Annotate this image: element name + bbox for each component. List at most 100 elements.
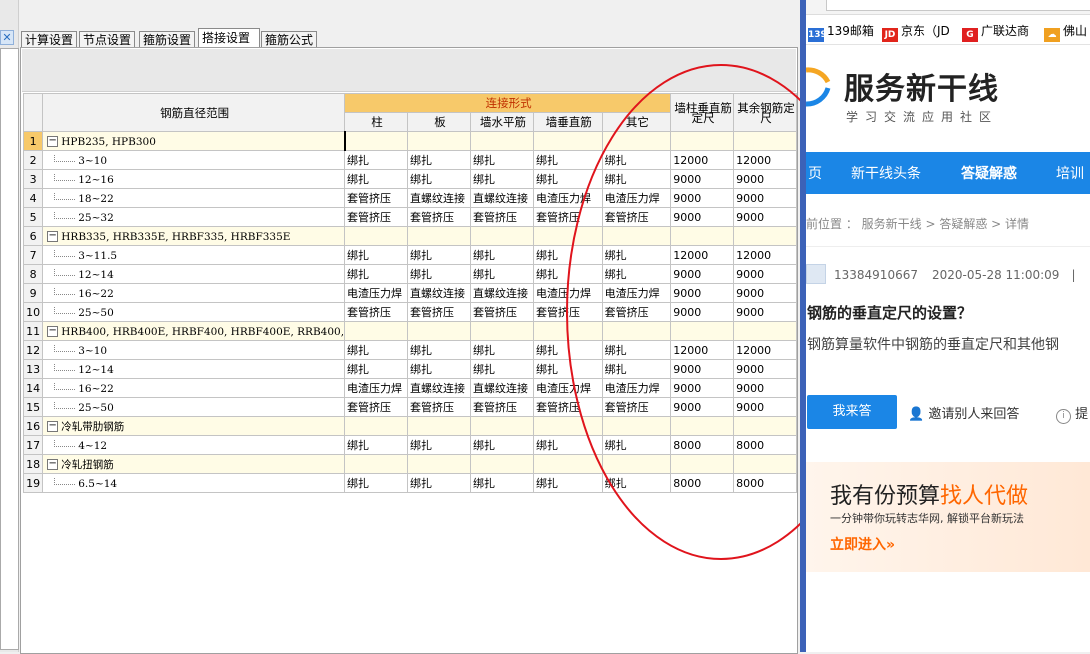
connection-type-cell[interactable] [407, 226, 471, 246]
diameter-range-cell[interactable]: 12~14 [42, 359, 346, 379]
connection-type-cell[interactable] [344, 321, 409, 341]
connection-type-cell[interactable]: 绑扎 [407, 359, 471, 379]
connection-type-cell[interactable]: 绑扎 [344, 340, 409, 360]
connection-type-cell[interactable] [469, 416, 534, 436]
connection-type-cell[interactable]: 套管挤压 [344, 188, 409, 208]
connection-type-cell[interactable]: 绑扎 [407, 264, 471, 284]
connection-type-cell[interactable]: 绑扎 [407, 340, 471, 360]
nav-headlines[interactable]: 新干线头条 [851, 163, 921, 183]
diameter-range-cell[interactable]: 25~32 [42, 207, 346, 227]
connection-type-cell[interactable]: 绑扎 [344, 359, 409, 379]
diameter-range-cell[interactable]: 18~22 [42, 188, 346, 208]
connection-type-cell[interactable]: 电渣压力焊 [344, 378, 409, 398]
connection-type-cell[interactable]: 绑扎 [407, 435, 471, 455]
connection-type-cell[interactable]: 直螺纹连接 [407, 378, 471, 398]
bookmark-jd[interactable]: JD 京东（JD [882, 23, 950, 42]
connection-type-cell[interactable]: 直螺纹连接 [407, 188, 471, 208]
collapse-icon[interactable]: − [47, 459, 59, 470]
author-name[interactable]: 13384910667 [834, 268, 918, 282]
nav-home[interactable]: 页 [808, 163, 822, 183]
connection-type-cell[interactable]: 绑扎 [469, 435, 534, 455]
diameter-range-cell[interactable]: 12~16 [42, 169, 346, 189]
report-button[interactable]: i 提 [1056, 403, 1088, 424]
bookmark-glodon[interactable]: G 广联达商 [962, 23, 1029, 42]
connection-type-cell[interactable]: 绑扎 [344, 435, 409, 455]
connection-type-cell[interactable] [469, 131, 534, 151]
connection-type-cell[interactable] [344, 416, 409, 436]
connection-type-cell[interactable]: 直螺纹连接 [469, 188, 534, 208]
grade-group-cell[interactable]: − HRB400, HRB400E, HRBF400, HRBF400E, RRB… [42, 321, 346, 341]
connection-type-cell[interactable]: 绑扎 [344, 264, 409, 284]
url-field[interactable] [826, 0, 1090, 11]
connection-type-cell[interactable]: 直螺纹连接 [469, 378, 534, 398]
grade-group-cell[interactable]: − HRB335, HRB335E, HRBF335, HRBF335E [42, 226, 346, 246]
connection-type-cell[interactable]: 绑扎 [344, 169, 409, 189]
connection-type-cell[interactable] [407, 416, 471, 436]
connection-type-cell[interactable] [344, 226, 409, 246]
diameter-range-cell[interactable]: 3~11.5 [42, 245, 346, 265]
connection-type-cell[interactable] [469, 454, 534, 474]
connection-type-cell[interactable]: 绑扎 [469, 359, 534, 379]
connection-type-cell[interactable]: 套管挤压 [469, 397, 534, 417]
tab-node-settings[interactable]: 节点设置 [79, 31, 135, 47]
nav-qa[interactable]: 答疑解惑 [961, 163, 1017, 183]
diameter-range-cell[interactable]: 25~50 [42, 397, 346, 417]
connection-type-cell[interactable]: 套管挤压 [407, 397, 471, 417]
diameter-range-cell[interactable]: 25~50 [42, 302, 346, 322]
tab-stirrup-formula[interactable]: 箍筋公式 [261, 31, 317, 47]
connection-type-cell[interactable]: 绑扎 [469, 340, 534, 360]
bookmark-139mail[interactable]: 139139邮箱 [808, 23, 874, 42]
connection-type-cell[interactable]: 套管挤压 [407, 302, 471, 322]
connection-type-cell[interactable] [344, 454, 409, 474]
connection-type-cell[interactable]: 绑扎 [407, 473, 471, 493]
connection-type-cell[interactable]: 绑扎 [407, 169, 471, 189]
tab-stirrup-settings[interactable]: 箍筋设置 [139, 31, 195, 47]
connection-type-cell[interactable]: 绑扎 [469, 169, 534, 189]
connection-type-cell[interactable] [407, 131, 471, 151]
connection-type-cell[interactable] [407, 321, 471, 341]
connection-type-cell[interactable]: 绑扎 [469, 264, 534, 284]
tab-lap-settings[interactable]: 搭接设置 [198, 28, 260, 48]
nav-training[interactable]: 培训 [1056, 163, 1084, 183]
connection-type-cell[interactable]: 套管挤压 [469, 302, 534, 322]
collapse-icon[interactable]: − [47, 231, 59, 242]
connection-type-cell[interactable]: 套管挤压 [344, 397, 409, 417]
connection-type-cell[interactable]: 套管挤压 [469, 207, 534, 227]
connection-type-cell[interactable] [343, 131, 409, 151]
bookmark-foshan[interactable]: ☁ 佛山 [1044, 23, 1087, 42]
connection-type-cell[interactable]: 套管挤压 [344, 302, 409, 322]
connection-type-cell[interactable]: 绑扎 [469, 150, 534, 170]
connection-type-cell[interactable]: 绑扎 [344, 473, 409, 493]
grade-group-cell[interactable]: − 冷轧扭钢筋 [42, 454, 346, 474]
answer-button[interactable]: 我来答 [807, 395, 897, 429]
connection-type-cell[interactable] [469, 321, 534, 341]
collapse-icon[interactable]: − [47, 136, 59, 147]
connection-type-cell[interactable] [469, 226, 534, 246]
connection-type-cell[interactable]: 绑扎 [407, 150, 471, 170]
tab-calc-settings[interactable]: 计算设置 [21, 31, 77, 47]
connection-type-cell[interactable]: 绑扎 [407, 245, 471, 265]
connection-type-cell[interactable]: 绑扎 [344, 245, 409, 265]
grade-group-cell[interactable]: − 冷轧带肋钢筋 [42, 416, 346, 436]
connection-type-cell[interactable]: 套管挤压 [407, 207, 471, 227]
connection-type-cell[interactable]: 电渣压力焊 [344, 283, 409, 303]
connection-type-cell[interactable]: 直螺纹连接 [407, 283, 471, 303]
diameter-range-cell[interactable]: 4~12 [42, 435, 346, 455]
diameter-range-cell[interactable]: 3~10 [42, 150, 346, 170]
promo-banner[interactable]: 我有份预算找人代做 一分钟带你玩转志华网, 解锁平台新玩法 立即进入» [806, 462, 1090, 572]
invite-button[interactable]: 👤 邀请别人来回答 [908, 403, 1019, 422]
connection-type-cell[interactable]: 直螺纹连接 [469, 283, 534, 303]
diameter-range-cell[interactable]: 3~10 [42, 340, 346, 360]
connection-type-cell[interactable]: 绑扎 [469, 245, 534, 265]
diameter-range-cell[interactable]: 12~14 [42, 264, 346, 284]
connection-type-cell[interactable]: 绑扎 [344, 150, 409, 170]
collapse-icon[interactable]: − [47, 421, 59, 432]
connection-type-cell[interactable] [407, 454, 471, 474]
diameter-range-cell[interactable]: 16~22 [42, 283, 346, 303]
banner-cta-link[interactable]: 立即进入» [830, 534, 895, 554]
diameter-range-cell[interactable]: 6.5~14 [42, 473, 346, 493]
connection-type-cell[interactable]: 套管挤压 [344, 207, 409, 227]
connection-type-cell[interactable]: 绑扎 [469, 473, 534, 493]
collapse-icon[interactable]: − [47, 326, 59, 337]
close-icon[interactable]: ✕ [0, 30, 14, 45]
